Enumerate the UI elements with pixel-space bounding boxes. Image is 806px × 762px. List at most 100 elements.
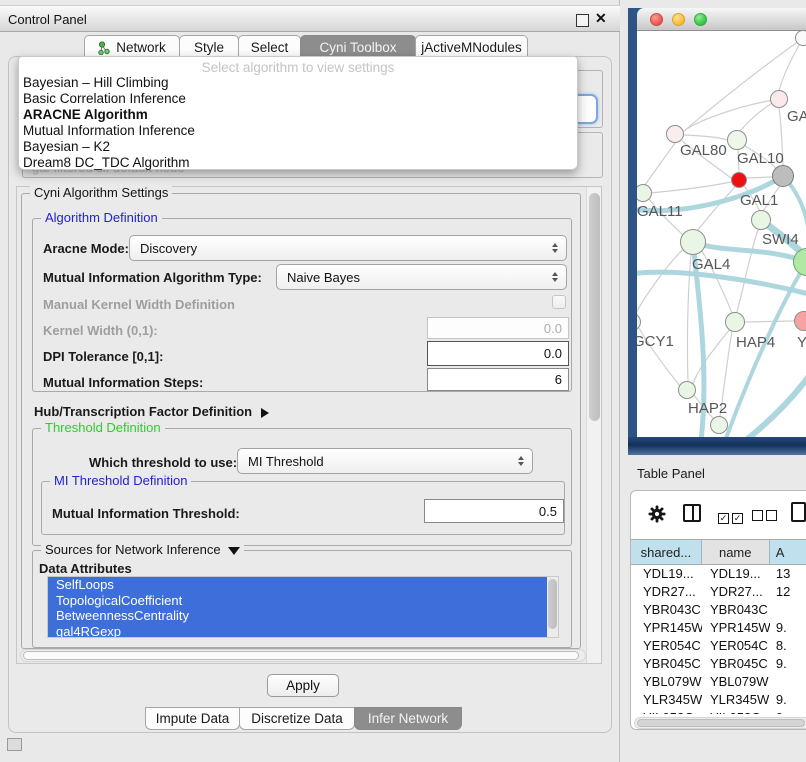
aracne-mode-combobox[interactable]: Discovery <box>129 235 567 261</box>
which-threshold-label: Which threshold to use: <box>89 455 237 470</box>
network-node-hap4[interactable] <box>725 312 745 332</box>
table-row[interactable]: YLR345WYLR345W9. <box>631 690 806 708</box>
table-body[interactable]: YDL19...YDL19...13YDR27...YDR27...12YBR0… <box>631 564 806 714</box>
network-window-titlebar[interactable] <box>637 8 806 31</box>
mi-algorithm-type-combobox[interactable]: Naive Bayes <box>276 264 567 290</box>
mi-threshold-field[interactable]: 0.5 <box>424 499 564 523</box>
dropdown-item[interactable]: Basic Correlation Inference <box>19 91 577 107</box>
data-attributes-list[interactable]: SelfLoopsTopologicalCoefficientBetweenne… <box>47 576 559 638</box>
zoom-traffic-light-icon[interactable] <box>694 13 707 26</box>
table-cell[interactable]: 9. <box>770 618 806 636</box>
table-row[interactable]: YDR27...YDR27...12 <box>631 582 806 600</box>
dropdown-item[interactable]: Mutual Information Inference <box>19 123 577 139</box>
float-window-icon[interactable] <box>576 14 589 27</box>
table-row[interactable]: YBL079WYBL079W <box>631 672 806 690</box>
network-node-gal[interactable] <box>770 90 788 108</box>
hub-definition-toggle[interactable]: Hub/Transcription Factor Definition <box>34 403 269 421</box>
table-cell[interactable]: YBL079W <box>702 672 770 690</box>
table-cell[interactable]: YLR345W <box>702 690 770 708</box>
mi-steps-field[interactable]: 6 <box>427 368 569 391</box>
table-cell[interactable]: YBR043C <box>631 600 702 618</box>
attribute-item[interactable]: TopologicalCoefficient <box>48 593 558 609</box>
minimize-traffic-light-icon[interactable] <box>672 13 685 26</box>
expanded-arrow-icon[interactable] <box>228 547 240 555</box>
scrollbar-thumb[interactable] <box>23 651 579 660</box>
dropdown-item[interactable]: Bayesian – Hill Climbing <box>19 75 577 91</box>
dpi-tolerance-field[interactable]: 0.0 <box>427 341 569 366</box>
tab-infer-network[interactable]: Infer Network <box>354 707 462 730</box>
dropdown-item[interactable]: Bayesian – K2 <box>19 139 577 155</box>
scrollbar-thumb[interactable] <box>548 579 557 629</box>
table-settings-gear-icon[interactable] <box>647 504 667 529</box>
new-table-icon[interactable] <box>791 502 806 522</box>
deselect-all-checkboxes-icon[interactable] <box>752 508 777 526</box>
table-cell[interactable]: 9 <box>770 708 806 714</box>
table-row[interactable]: YPR145WYPR145W9. <box>631 618 806 636</box>
table-cell[interactable]: YPR145W <box>631 618 702 636</box>
attribute-item[interactable]: SelfLoops <box>48 577 558 593</box>
table-cell[interactable]: YER054C <box>702 636 770 654</box>
table-cell[interactable]: YIL052C <box>702 708 770 714</box>
minimized-panel-icon[interactable] <box>7 738 22 751</box>
apply-button[interactable]: Apply <box>267 674 339 697</box>
group-title: Algorithm Definition <box>41 210 162 225</box>
table-cell[interactable]: 8. <box>770 636 806 654</box>
network-node-gal1[interactable] <box>731 172 747 188</box>
select-all-checkboxes-icon[interactable]: ✓✓ <box>718 508 743 526</box>
column-header-name[interactable]: name <box>702 540 770 564</box>
scrollbar-thumb[interactable] <box>589 193 600 421</box>
network-node[interactable] <box>795 31 806 46</box>
dropdown-item[interactable]: ARACNE Algorithm <box>19 107 577 123</box>
table-row[interactable]: YER054CYER054C8. <box>631 636 806 654</box>
table-row[interactable]: YBR043CYBR043C <box>631 600 806 618</box>
tab-impute-data[interactable]: Impute Data <box>145 707 240 730</box>
which-threshold-combobox[interactable]: MI Threshold <box>237 448 533 474</box>
table-cell[interactable] <box>770 600 806 618</box>
network-node-gal80[interactable] <box>666 125 684 143</box>
table-cell[interactable]: 9. <box>770 690 806 708</box>
table-horizontal-scrollbar[interactable] <box>634 717 806 729</box>
table-cell[interactable]: YBR043C <box>702 600 770 618</box>
table-cell[interactable]: 13 <box>770 564 806 582</box>
network-canvas[interactable]: GALGAL80GAL10GAL1GAL11SWI4GAL4GCY1HAP4YH… <box>637 31 806 437</box>
column-header-shared-name[interactable]: shared... <box>631 540 702 564</box>
network-node[interactable] <box>772 165 794 187</box>
control-panel-titlebar[interactable]: Control Panel ✕ <box>0 5 620 32</box>
table-cell[interactable]: YDR27... <box>702 582 770 600</box>
scrollbar-thumb[interactable] <box>637 719 805 727</box>
close-window-icon[interactable]: ✕ <box>595 10 607 27</box>
table-row[interactable]: YIL052CYIL052C9 <box>631 708 806 714</box>
table-cell[interactable]: YDL19... <box>702 564 770 582</box>
manual-kernel-checkbox[interactable] <box>552 295 566 309</box>
table-row[interactable]: YDL19...YDL19...13 <box>631 564 806 582</box>
table-cell[interactable]: 12 <box>770 582 806 600</box>
table-cell[interactable]: YIL052C <box>631 708 702 714</box>
list-vertical-scrollbar[interactable] <box>547 577 558 637</box>
table-row[interactable]: YBR045CYBR045C9. <box>631 654 806 672</box>
table-cell[interactable]: YER054C <box>631 636 702 654</box>
column-layout-icon[interactable] <box>683 504 701 522</box>
table-cell[interactable]: YDL19... <box>631 564 702 582</box>
kernel-width-field[interactable]: 0.0 <box>427 317 569 339</box>
column-header-clipped[interactable]: A <box>770 540 806 564</box>
table-cell[interactable]: YLR345W <box>631 690 702 708</box>
close-traffic-light-icon[interactable] <box>650 13 663 26</box>
settings-horizontal-scrollbar[interactable] <box>20 649 586 662</box>
table-cell[interactable]: 9. <box>770 654 806 672</box>
network-node[interactable] <box>710 416 728 434</box>
table-cell[interactable]: YBR045C <box>631 654 702 672</box>
attribute-item[interactable]: gal4RGexp <box>48 624 558 639</box>
tab-discretize-data[interactable]: Discretize Data <box>239 707 355 730</box>
table-cell[interactable]: YDR27... <box>631 582 702 600</box>
table-cell[interactable]: YPR145W <box>702 618 770 636</box>
attribute-item[interactable]: BetweennessCentrality <box>48 608 558 624</box>
table-cell[interactable] <box>770 672 806 690</box>
table-cell[interactable]: YBL079W <box>631 672 702 690</box>
table-cell[interactable]: YBR045C <box>702 654 770 672</box>
network-node-gal4[interactable] <box>680 229 706 255</box>
network-node-gal10[interactable] <box>727 130 747 150</box>
network-node-hap2[interactable] <box>678 381 696 399</box>
dropdown-item[interactable]: Dream8 DC_TDC Algorithm <box>19 155 577 171</box>
settings-vertical-scrollbar[interactable] <box>586 187 601 663</box>
network-node-swi4[interactable] <box>751 210 771 230</box>
